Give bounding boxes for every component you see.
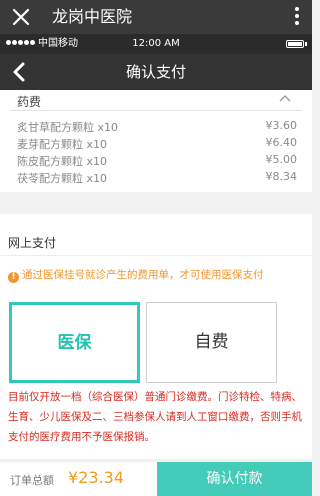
order-total-amount: ¥23.34 xyxy=(68,468,124,487)
confirm-payment-button[interactable]: 确认付款 xyxy=(157,462,312,496)
drug-fee-header: 药费 xyxy=(17,95,42,109)
battery-icon xyxy=(286,40,304,48)
drug-price: ¥8.34 xyxy=(265,170,298,183)
order-total-label: 订单总额 xyxy=(10,474,54,487)
self-pay-option-button[interactable]: 自费 xyxy=(146,302,277,383)
online-payment-title: 网上支付 xyxy=(8,236,57,250)
drug-name: 炙甘草配方颗粒 x10 xyxy=(17,121,119,134)
insurance-notice: ! 通过医保挂号就诊产生的费用单，才可使用医保支付 xyxy=(8,267,264,283)
divider xyxy=(10,110,302,111)
nav-bar: 确认支付 xyxy=(0,54,312,90)
battery-tip xyxy=(305,42,307,46)
close-icon[interactable] xyxy=(10,3,32,31)
more-menu-icon[interactable] xyxy=(294,7,300,27)
page-title: 确认支付 xyxy=(125,63,186,81)
insurance-notice-text: 通过医保挂号就诊产生的费用单，才可使用医保支付 xyxy=(22,269,264,281)
status-bar: 中国移动 12:00 AM xyxy=(0,34,312,54)
drug-row: 茯苓配方颗粒 x10 ¥8.34 xyxy=(17,170,297,186)
app-bar: 龙岗中医院 xyxy=(0,0,312,34)
drug-row: 麦芽配方颗粒 x10 ¥6.40 xyxy=(17,136,297,152)
drug-price: ¥5.00 xyxy=(265,153,298,166)
policy-notice: 目前仅开放一档（综合医保）普通门诊缴费。门诊特检、特病、生育、少儿医保及二、三档… xyxy=(8,391,302,443)
chevron-up-icon[interactable] xyxy=(278,93,292,103)
drug-name: 麦芽配方颗粒 x10 xyxy=(17,138,108,151)
drug-row: 陈皮配方颗粒 x10 ¥5.00 xyxy=(17,153,297,169)
app-title: 龙岗中医院 xyxy=(52,7,133,26)
footer-bar: 订单总额 ¥23.34 确认付款 xyxy=(0,461,312,496)
drug-price: ¥6.40 xyxy=(265,136,298,149)
drug-price: ¥3.60 xyxy=(265,119,298,132)
online-payment-section: 网上支付 ! 通过医保挂号就诊产生的费用单，才可使用医保支付 医保 自费 目前仅开… xyxy=(0,214,312,459)
insurance-option-button[interactable]: 医保 xyxy=(9,302,140,383)
drug-fee-section: 药费 炙甘草配方颗粒 x10 ¥3.60 麦芽配方颗粒 x10 ¥6.40 陈皮… xyxy=(0,90,312,192)
drug-name: 陈皮配方颗粒 x10 xyxy=(17,155,108,168)
drug-name: 茯苓配方颗粒 x10 xyxy=(17,172,108,185)
drug-row: 炙甘草配方颗粒 x10 ¥3.60 xyxy=(17,119,297,135)
divider xyxy=(0,255,312,256)
status-time: 12:00 AM xyxy=(132,38,180,49)
warning-icon: ! xyxy=(8,272,19,283)
